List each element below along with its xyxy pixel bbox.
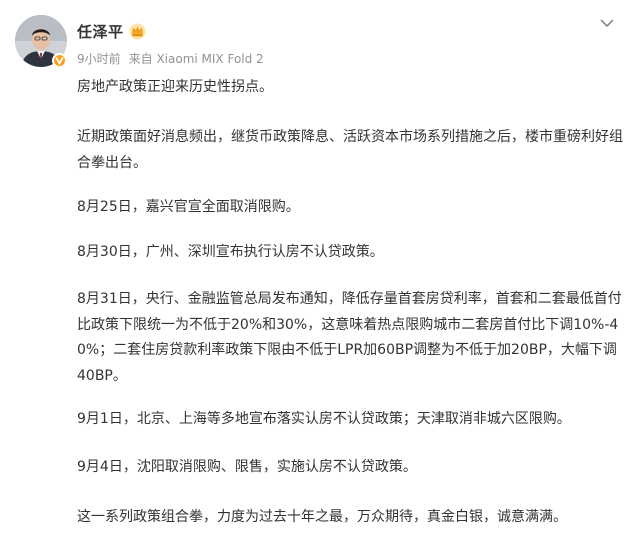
weibo-post-card: 任泽平 9小时前 来自 Xiaomi MIX Fold 2 房地产政策正迎来历史性…	[0, 0, 641, 533]
post-time[interactable]: 9小时前	[77, 52, 121, 66]
post-paragraph: 这一系列政策组合拳，力度为过去十年之最，万众期待，真金白银，诚意满满。	[77, 509, 567, 525]
post-meta: 9小时前 来自 Xiaomi MIX Fold 2	[77, 50, 264, 67]
post-paragraph: 8月25日，嘉兴官宣全面取消限购。	[77, 199, 300, 215]
post-paragraph: 8月31日，央行、金融监管总局发布通知，降低存量首套房贷利率，首套和二套最低首付…	[77, 291, 622, 384]
crown-icon[interactable]	[129, 23, 146, 40]
chevron-down-icon[interactable]	[598, 14, 616, 32]
author-name[interactable]: 任泽平	[77, 21, 124, 42]
post-paragraph: 8月30日，广州、深圳宣布执行认房不认贷政策。	[77, 244, 384, 260]
post-paragraph: 9月4日，沈阳取消限购、限售，实施认房不认贷政策。	[77, 459, 417, 475]
post-paragraph: 9月1日，北京、上海等多地宣布落实认房不认贷政策；天津取消非城六区限购。	[77, 411, 571, 427]
post-paragraph: 近期政策面好消息频出，继货币政策降息、活跃资本市场系列措施之后，楼市重磅利好组合…	[77, 129, 623, 171]
post-source: 来自 Xiaomi MIX Fold 2	[128, 52, 264, 66]
post-paragraph: 房地产政策正迎来历史性拐点。	[77, 79, 273, 95]
verified-v-icon	[52, 53, 67, 68]
author-row: 任泽平	[77, 20, 146, 42]
